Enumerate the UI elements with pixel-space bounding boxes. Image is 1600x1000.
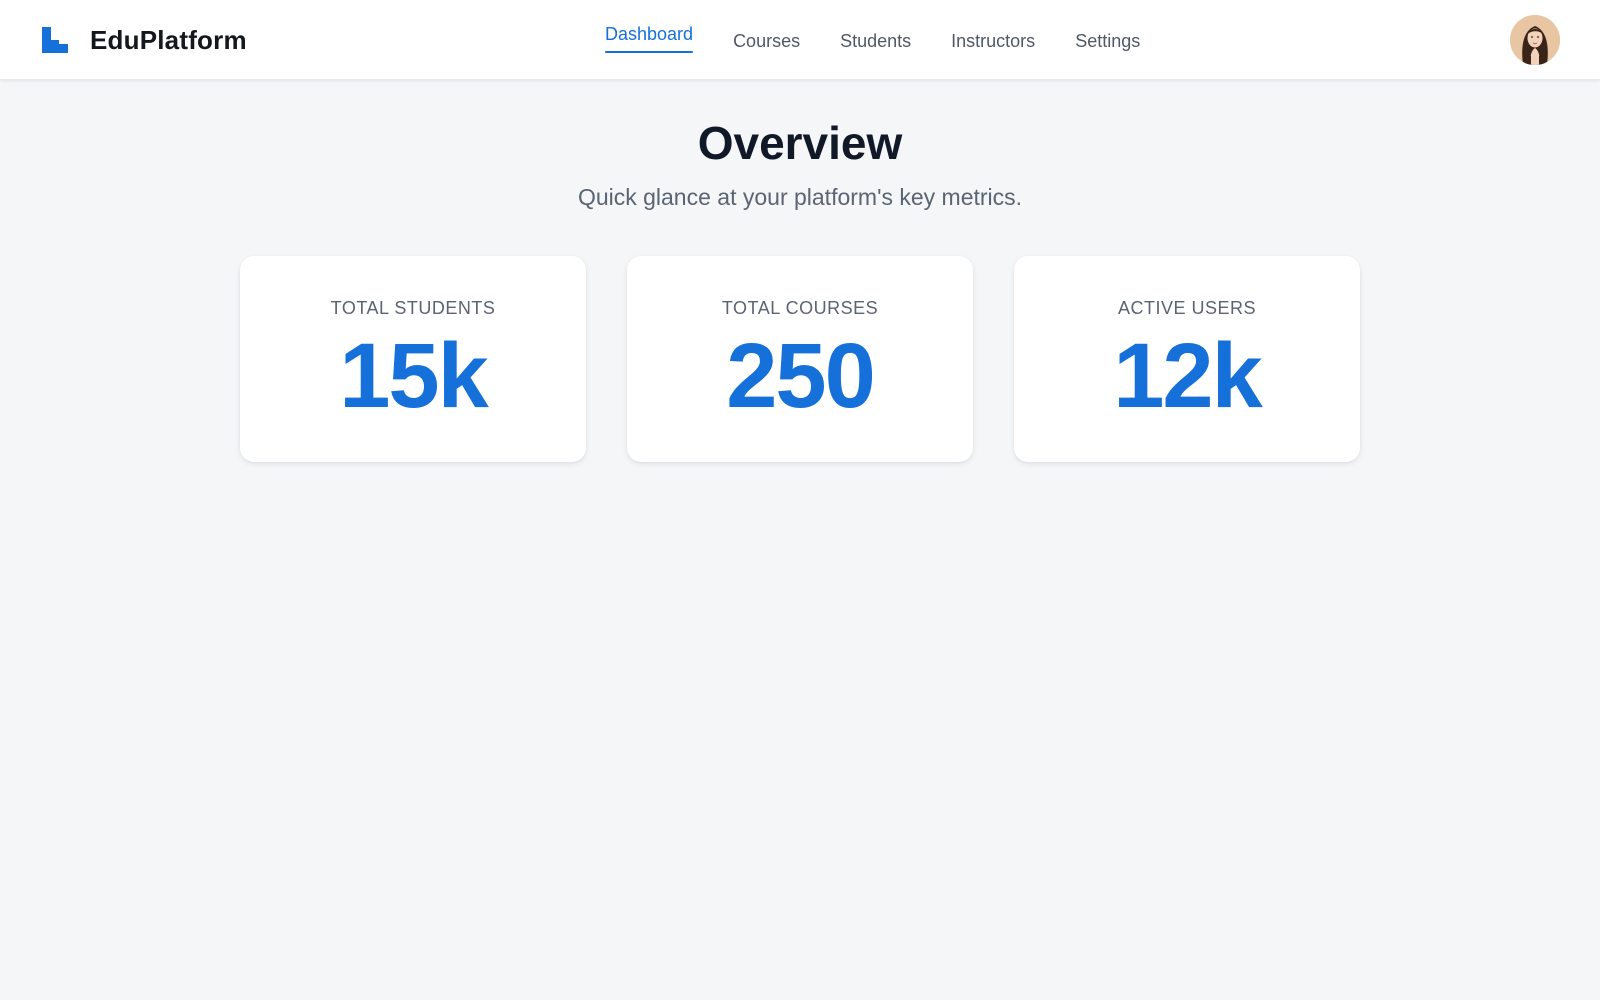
metric-card-total-courses: TOTAL COURSES 250 (627, 256, 973, 462)
stairs-logo-icon (42, 27, 68, 53)
metrics-cards: TOTAL STUDENTS 15k TOTAL COURSES 250 ACT… (240, 256, 1360, 462)
metric-card-active-users: ACTIVE USERS 12k (1014, 256, 1360, 462)
page-subtitle: Quick glance at your platform's key metr… (577, 184, 1023, 210)
nav-item-dashboard[interactable]: Dashboard (605, 24, 694, 53)
user-avatar-icon (1510, 15, 1560, 65)
metric-value: 12k (1113, 325, 1263, 427)
nav-item-instructors[interactable]: Instructors (951, 29, 1035, 52)
metric-label: TOTAL STUDENTS (330, 298, 496, 318)
user-avatar[interactable] (1510, 15, 1560, 65)
page-title: Overview (697, 117, 903, 169)
nav-item-students[interactable]: Students (840, 29, 911, 52)
nav-item-courses[interactable]: Courses (733, 29, 800, 52)
metric-label: ACTIVE USERS (1117, 298, 1257, 318)
main-nav: Dashboard Courses Students Instructors S… (605, 0, 1140, 80)
brand-name: EduPlatform (90, 24, 247, 55)
top-navbar: EduPlatform Dashboard Courses Students I… (0, 0, 1600, 80)
metric-card-total-students: TOTAL STUDENTS 15k (240, 256, 586, 462)
nav-item-settings[interactable]: Settings (1075, 29, 1140, 52)
metric-label: TOTAL COURSES (721, 298, 879, 318)
metric-value: 15k (339, 325, 489, 427)
metric-value: 250 (726, 325, 876, 427)
brand[interactable]: EduPlatform (42, 0, 247, 80)
